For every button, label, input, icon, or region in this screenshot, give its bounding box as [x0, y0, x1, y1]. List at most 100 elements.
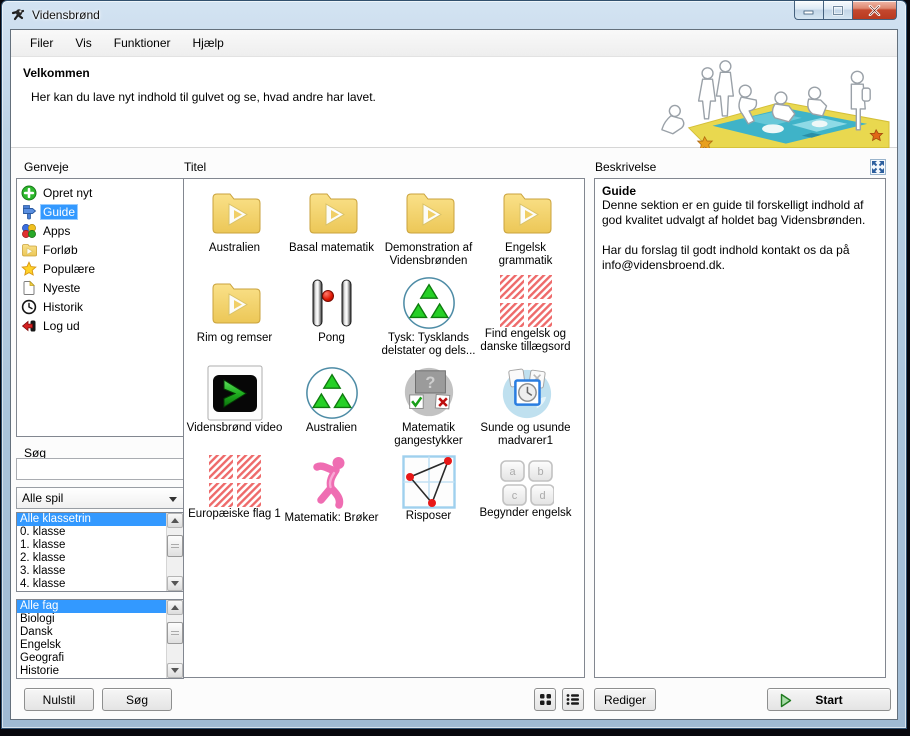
menu-filer[interactable]: Filer	[19, 31, 64, 55]
subject-option[interactable]: Biologi	[17, 613, 166, 626]
tile-label: Sunde og usunde madvarer1	[478, 422, 574, 448]
welcome-heading: Velkommen	[23, 66, 90, 80]
grade-listbox: Alle klassetrin 0. klasse 1. klasse 2. k…	[16, 512, 184, 592]
search-button[interactable]: Søg	[102, 688, 172, 711]
video-chevron-icon	[207, 365, 263, 421]
tile-basal-matematik[interactable]: Basal matematik	[283, 185, 380, 275]
list-view-button[interactable]	[562, 688, 584, 711]
folder-play-icon	[207, 185, 263, 241]
tile-begynder-engelsk[interactable]: Begynder engelsk	[477, 455, 574, 545]
minimize-button[interactable]	[794, 1, 823, 20]
tile-label: Tysk: Tysklands delstater og dels...	[381, 332, 477, 358]
letter-keys-icon	[498, 460, 554, 506]
question-check-icon	[401, 365, 457, 421]
tile-rim-og-remser[interactable]: Rim og remser	[186, 275, 283, 365]
play-icon	[780, 693, 792, 708]
sidebar-item-guide[interactable]: Guide	[17, 202, 183, 221]
tile-find-tillaegsord[interactable]: Find engelsk og danske tillægsord	[477, 275, 574, 365]
scroll-down-icon[interactable]	[167, 663, 183, 678]
subject-scrollbar[interactable]	[166, 600, 183, 678]
tile-demonstration[interactable]: Demonstration af Vidensbrønden	[380, 185, 477, 275]
tile-gangestykker[interactable]: Matematik gangestykker	[380, 365, 477, 455]
green-triangles-circle-icon	[401, 275, 457, 331]
tile-vidensbrond-video[interactable]: Vidensbrønd video	[186, 365, 283, 455]
subject-option[interactable]: Historie	[17, 665, 166, 678]
app-logo-icon	[11, 7, 27, 23]
sidebar-item-apps[interactable]: Apps	[17, 221, 183, 240]
tile-pong[interactable]: Pong	[283, 275, 380, 365]
tile-engelsk-grammatik[interactable]: Engelsk grammatik	[477, 185, 574, 275]
apps-icon	[21, 223, 37, 239]
reset-button[interactable]: Nulstil	[24, 688, 94, 711]
scroll-up-icon[interactable]	[167, 600, 183, 615]
scroll-up-icon[interactable]	[167, 513, 183, 528]
tile-label: Risposer	[406, 510, 451, 523]
subject-option[interactable]: Geografi	[17, 652, 166, 665]
subject-option[interactable]: Dansk	[17, 626, 166, 639]
welcome-text: Her kan du lave nyt indhold til gulvet o…	[31, 90, 376, 104]
close-icon	[868, 5, 881, 16]
tile-label: Pong	[318, 332, 345, 345]
welcome-header: Velkommen Her kan du lave nyt indhold ti…	[11, 57, 897, 148]
tile-label: Europæiske flag 1	[188, 508, 281, 521]
new-document-icon	[21, 280, 37, 296]
sidebar-item-populaere[interactable]: Populære	[17, 259, 183, 278]
menu-vis[interactable]: Vis	[64, 31, 102, 55]
tile-risposer[interactable]: Risposer	[380, 455, 477, 545]
grade-option[interactable]: Alle klassetrin	[17, 513, 166, 526]
grade-option[interactable]: 4. klasse	[17, 578, 166, 591]
expand-arrows-icon[interactable]	[870, 159, 886, 175]
grid-view-button[interactable]	[534, 688, 556, 711]
close-button[interactable]	[852, 1, 897, 20]
subject-option[interactable]: Engelsk	[17, 639, 166, 652]
tile-label: Australien	[306, 422, 357, 435]
start-button[interactable]: Start	[767, 688, 891, 711]
scroll-down-icon[interactable]	[167, 576, 183, 591]
globe-clock-icon	[498, 365, 554, 421]
tile-label: Matematik gangestykker	[381, 422, 477, 448]
course-folder-icon	[21, 242, 37, 258]
grade-scrollbar[interactable]	[166, 513, 183, 591]
subject-option[interactable]: Alle fag	[17, 600, 166, 613]
grid-view-icon	[539, 693, 552, 706]
category-dropdown[interactable]: Alle spil	[16, 487, 184, 509]
scroll-thumb[interactable]	[167, 622, 183, 644]
sidebar-item-log-ud[interactable]: Log ud	[17, 316, 183, 335]
red-hatched-tiles-icon	[209, 455, 261, 507]
green-triangles-circle-icon	[304, 365, 360, 421]
subject-listbox: Alle fag Biologi Dansk Engelsk Geografi …	[16, 599, 184, 679]
sidebar-item-nyeste[interactable]: Nyeste	[17, 278, 183, 297]
shortcuts-label: Genveje	[24, 160, 69, 174]
tile-label: Begynder engelsk	[479, 507, 571, 520]
star-icon	[21, 261, 37, 277]
guide-signpost-icon	[21, 204, 37, 220]
tile-europaeiske-flag[interactable]: Europæiske flag 1	[186, 455, 283, 545]
tile-sunde-madvarer[interactable]: Sunde og usunde madvarer1	[477, 365, 574, 455]
tile-australien-2[interactable]: Australien	[283, 365, 380, 455]
search-input[interactable]	[16, 458, 184, 480]
client-area: Filer Vis Funktioner Hjælp Velkommen Her…	[10, 29, 898, 720]
logout-icon	[21, 318, 37, 334]
sidebar-item-forlob[interactable]: Forløb	[17, 240, 183, 259]
grade-option[interactable]: 1. klasse	[17, 539, 166, 552]
tile-australien[interactable]: Australien	[186, 185, 283, 275]
folder-play-icon	[498, 185, 554, 241]
minimize-icon	[803, 5, 815, 15]
tile-matematik-broker[interactable]: Matematik: Brøker	[283, 455, 380, 545]
title-bar[interactable]: Vidensbrønd	[2, 1, 906, 29]
tile-tysk-delstater[interactable]: Tysk: Tysklands delstater og dels...	[380, 275, 477, 365]
create-new-icon	[21, 185, 37, 201]
grade-option[interactable]: 2. klasse	[17, 552, 166, 565]
grade-option[interactable]: 3. klasse	[17, 565, 166, 578]
edit-button[interactable]: Rediger	[594, 688, 656, 711]
grade-option[interactable]: 0. klasse	[17, 526, 166, 539]
maximize-button[interactable]	[823, 1, 852, 20]
titles-panel: Australien Basal matematik Demonstration…	[183, 178, 585, 678]
scroll-thumb[interactable]	[167, 535, 183, 557]
menu-funktioner[interactable]: Funktioner	[103, 31, 182, 55]
menu-hjaelp[interactable]: Hjælp	[182, 31, 235, 55]
sidebar-item-historik[interactable]: Historik	[17, 297, 183, 316]
sidebar-item-opret-nyt[interactable]: Opret nyt	[17, 183, 183, 202]
sidebar-item-label: Forløb	[41, 243, 80, 257]
chevron-down-icon	[169, 497, 177, 502]
